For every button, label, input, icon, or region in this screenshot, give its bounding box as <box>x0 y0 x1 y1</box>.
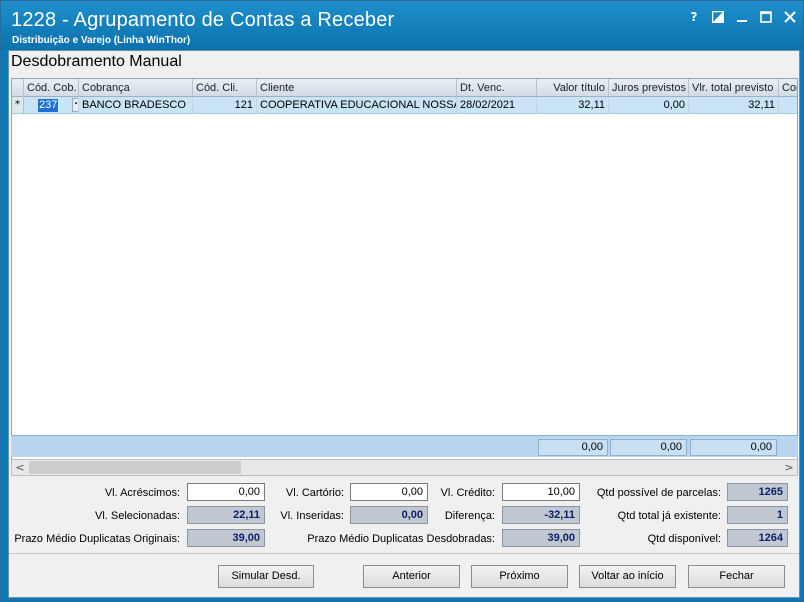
acrescimos-input[interactable]: 0,00 <box>187 483 265 501</box>
window-subtitle: Distribuição e Varejo (Linha WinThor) <box>12 35 191 46</box>
acrescimos-label: Vl. Acréscimos: <box>104 487 180 499</box>
form-title: Desdobramento Manual <box>11 53 182 70</box>
cell-vlr-total-previsto[interactable]: 32,11 <box>689 97 779 113</box>
qtd-possivel-label: Qtd possível de parcelas: <box>596 487 721 499</box>
cell-cod-cli[interactable]: 121 <box>193 97 257 113</box>
minimize-button[interactable] <box>735 10 749 24</box>
prazo-originais-label: Prazo Médio Duplicatas Originais: <box>14 533 180 545</box>
cod-cob-input[interactable]: 237 <box>38 99 58 112</box>
selecionadas-label: Vl. Selecionadas: <box>95 510 180 522</box>
window-controls: ? <box>687 10 797 24</box>
lookup-ellipsis-button[interactable]: ··· <box>72 98 78 112</box>
total-vlr-total-previsto: 0,00 <box>690 439 777 456</box>
help-button[interactable]: ? <box>687 10 701 24</box>
proximo-button[interactable]: Próximo <box>471 565 568 588</box>
cartorio-label: Vl. Cartório: <box>285 487 344 499</box>
qtd-existente-label: Qtd total já existente: <box>617 510 721 522</box>
col-cliente[interactable]: Cliente <box>257 79 457 97</box>
col-cod-cli[interactable]: Cód. Cli. <box>193 79 257 97</box>
voltar-inicio-button[interactable]: Voltar ao início <box>579 565 676 588</box>
grid-header: Cód. Cob. Cobrança Cód. Cli. Cliente Dt.… <box>12 79 797 97</box>
table-row[interactable]: * 237 ··· BANCO BRADESCO 121 COOPERATIVA… <box>12 97 797 114</box>
selecionadas-value: 22,11 <box>187 506 265 524</box>
prazo-desdobradas-label: Prazo Médio Duplicatas Desdobradas: <box>307 533 495 545</box>
cell-cliente[interactable]: COOPERATIVA EDUCACIONAL NOSSA ESCOLA <box>257 97 457 113</box>
inseridas-value: 0,00 <box>350 506 428 524</box>
form-client-area: Desdobramento Manual Cód. Cob. Cobrança … <box>8 50 800 598</box>
scroll-left-icon[interactable]: < <box>12 460 28 475</box>
anterior-button[interactable]: Anterior <box>363 565 460 588</box>
qtd-disponivel-value: 1264 <box>727 529 788 547</box>
diferenca-label: Diferença: <box>444 510 495 522</box>
row-marker: * <box>12 97 24 113</box>
diferenca-value: -32,11 <box>502 506 580 524</box>
simular-desd-button[interactable]: Simular Desd. <box>218 565 314 588</box>
scroll-thumb[interactable] <box>29 461 241 474</box>
col-cod-cob[interactable]: Cód. Cob. <box>24 79 79 97</box>
window-title: 1228 - Agrupamento de Contas a Receber <box>11 9 395 31</box>
horizontal-scrollbar[interactable]: < > <box>11 459 798 476</box>
credito-label: Vl. Crédito: <box>440 487 495 499</box>
cell-cod-cob[interactable]: 237 ··· <box>24 97 79 113</box>
fechar-button[interactable]: Fechar <box>688 565 785 588</box>
cartorio-input[interactable]: 0,00 <box>350 483 428 501</box>
credito-input[interactable]: 10,00 <box>502 483 580 501</box>
cell-con[interactable] <box>779 97 797 113</box>
col-dt-venc[interactable]: Dt. Venc. <box>457 79 537 97</box>
prazo-originais-value: 39,00 <box>187 529 265 547</box>
title-bar: 1228 - Agrupamento de Contas a Receber D… <box>1 1 803 50</box>
qtd-disponivel-label: Qtd disponível: <box>647 533 721 545</box>
grid-totals-bar: 0,00 0,00 0,00 <box>11 435 798 457</box>
row-indicator-header <box>12 79 24 97</box>
col-juros-previstos[interactable]: Juros previstos <box>609 79 689 97</box>
col-vlr-total-previsto[interactable]: Vlr. total previsto <box>689 79 779 97</box>
theme-toggle-icon[interactable] <box>711 10 725 24</box>
prazo-desdobradas-value: 39,00 <box>502 529 580 547</box>
total-juros-previstos: 0,00 <box>610 439 687 456</box>
installments-grid[interactable]: Cód. Cob. Cobrança Cód. Cli. Cliente Dt.… <box>11 78 798 476</box>
cell-valor-titulo[interactable]: 32,11 <box>537 97 609 113</box>
col-cobranca[interactable]: Cobrança <box>79 79 193 97</box>
close-button[interactable] <box>783 10 797 24</box>
total-valor-titulo: 0,00 <box>538 439 608 456</box>
qtd-possivel-value: 1265 <box>727 483 788 501</box>
col-valor-titulo[interactable]: Valor título <box>537 79 609 97</box>
app-window: 1228 - Agrupamento de Contas a Receber D… <box>0 0 804 602</box>
cell-juros-previstos[interactable]: 0,00 <box>609 97 689 113</box>
inseridas-label: Vl. Inseridas: <box>280 510 344 522</box>
cell-dt-venc[interactable]: 28/02/2021 <box>457 97 537 113</box>
scroll-right-icon[interactable]: > <box>781 460 797 475</box>
cell-cobranca[interactable]: BANCO BRADESCO <box>79 97 193 113</box>
qtd-existente-value: 1 <box>727 506 788 524</box>
col-con[interactable]: Con <box>779 79 797 97</box>
footer-divider <box>9 553 799 554</box>
maximize-button[interactable] <box>759 10 773 24</box>
